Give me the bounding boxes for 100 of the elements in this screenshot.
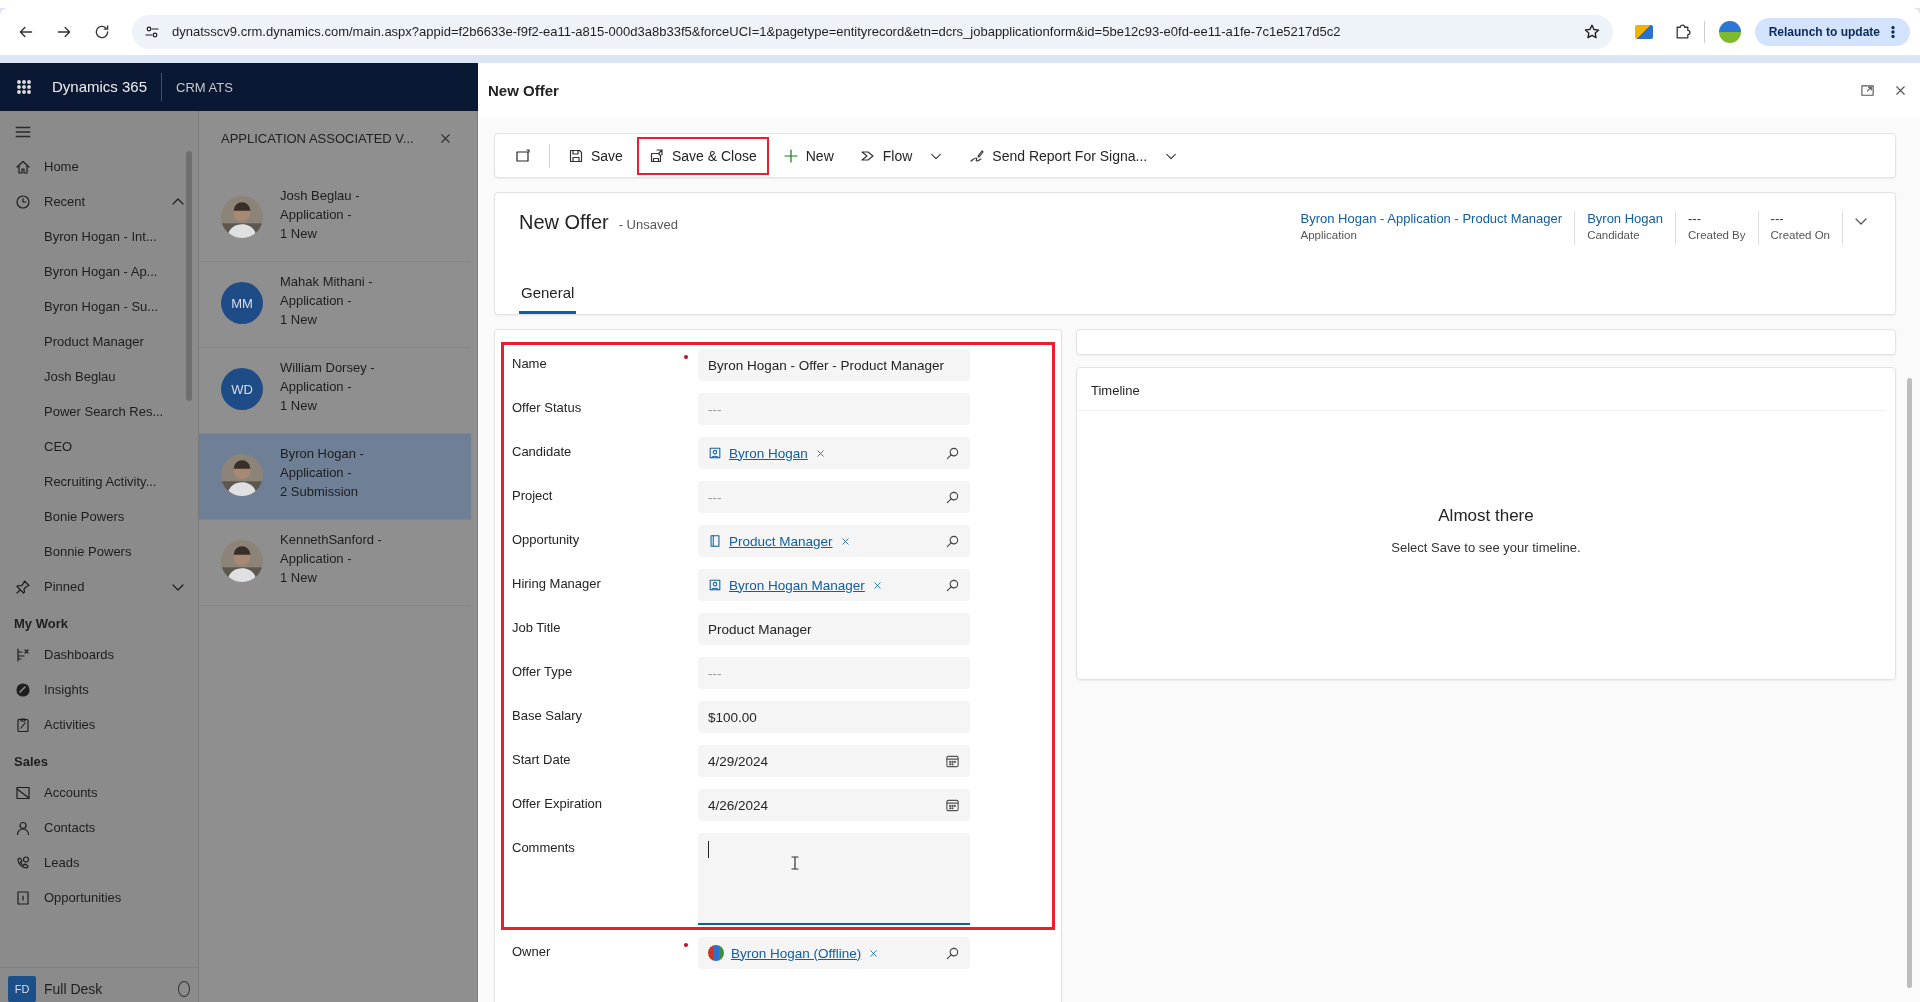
text-field[interactable]: Byron Hogan - Offer - Product Manager xyxy=(698,349,970,381)
lookup-link[interactable]: Byron Hogan Manager xyxy=(729,577,865,593)
calendar-icon[interactable] xyxy=(945,753,960,769)
record-text: KennethSanford - xyxy=(280,531,382,549)
search-button[interactable] xyxy=(945,445,960,461)
lookup-link[interactable]: Byron Hogan xyxy=(729,445,808,461)
record-item[interactable]: Josh Beglau - Application - 1 New xyxy=(199,176,471,262)
record-item[interactable]: KennethSanford - Application - 1 New xyxy=(199,520,471,606)
scrollbar[interactable] xyxy=(1907,378,1912,988)
header-label: Candidate xyxy=(1587,229,1641,241)
nav-item[interactable]: Contacts xyxy=(0,810,198,845)
recent-item[interactable]: Josh Beglau xyxy=(0,359,198,394)
app-launcher-icon[interactable] xyxy=(16,79,32,95)
home-icon xyxy=(15,158,31,175)
nav-item[interactable]: Dashboards xyxy=(0,637,198,672)
record-item[interactable]: Byron Hogan - Application - 2 Submission xyxy=(199,434,471,520)
app-area-name[interactable]: CRM ATS xyxy=(162,79,233,95)
lookup-field[interactable]: Byron Hogan Manager xyxy=(698,569,970,601)
pin-icon xyxy=(15,578,31,595)
search-button[interactable] xyxy=(945,533,960,549)
nav-item[interactable]: Insights xyxy=(0,672,198,707)
recent-item[interactable]: Byron Hogan - Su... xyxy=(0,289,198,324)
header-link[interactable]: Byron Hogan xyxy=(1587,211,1663,226)
recent-item[interactable]: CEO xyxy=(0,429,198,464)
relaunch-button[interactable]: Relaunch to update xyxy=(1754,17,1910,46)
section-title: My Work xyxy=(13,615,69,633)
nav-item[interactable]: Opportunities xyxy=(0,880,198,915)
star-icon[interactable] xyxy=(1582,22,1601,41)
lookup-field[interactable]: Product Manager xyxy=(698,525,970,557)
document-icon xyxy=(15,889,31,906)
recent-item[interactable]: Bonnie Powers xyxy=(0,534,198,569)
empty-state-message: Select Save to see your timeline. xyxy=(1391,539,1581,555)
contact-card-icon xyxy=(708,578,722,592)
lookup-field[interactable]: Byron Hogan (Offline) xyxy=(698,937,970,969)
nav-group[interactable]: Recent xyxy=(0,184,198,219)
toolbar-button[interactable]: Save & Close xyxy=(636,136,769,175)
record-item[interactable]: MM Mahak Mithani - Application - 1 New xyxy=(199,262,471,348)
lookup-field[interactable]: Byron Hogan xyxy=(698,437,970,469)
record-text: 1 New xyxy=(280,225,318,243)
toolbar-button[interactable]: Save xyxy=(556,136,635,175)
recent-item[interactable]: Product Manager xyxy=(0,324,198,359)
recent-item[interactable]: Bonie Powers xyxy=(0,499,198,534)
save-status: - Unsaved xyxy=(618,217,678,232)
remove-button[interactable] xyxy=(868,947,880,959)
nav-item[interactable]: Home xyxy=(0,149,198,184)
close-icon xyxy=(868,947,880,959)
search-button[interactable] xyxy=(945,577,960,593)
save-close-icon xyxy=(648,147,665,164)
text-field[interactable]: Product Manager xyxy=(698,613,970,645)
clipboard-icon xyxy=(15,716,31,733)
date-field[interactable]: 4/26/2024 xyxy=(698,789,970,821)
search-icon xyxy=(945,577,960,593)
remove-button[interactable] xyxy=(871,579,883,591)
reload-icon xyxy=(93,22,111,41)
comments-field[interactable] xyxy=(698,833,970,925)
recent-item[interactable]: Power Search Res... xyxy=(0,394,198,429)
panel-title: APPLICATION ASSOCIATED V... xyxy=(221,131,414,146)
recent-item[interactable]: Byron Hogan - Int... xyxy=(0,219,198,254)
nav-item[interactable]: Activities xyxy=(0,707,198,742)
nav-group[interactable]: Pinned xyxy=(0,569,198,604)
field-label: Start Date xyxy=(512,751,572,767)
header-link[interactable]: Byron Hogan - Application - Product Manager xyxy=(1300,211,1563,226)
record-text: William Dorsey - xyxy=(280,359,375,377)
section-title: Sales xyxy=(13,753,49,771)
record-text: Application - xyxy=(280,464,353,482)
app-name[interactable]: Dynamics 365 xyxy=(52,73,163,101)
remove-button[interactable] xyxy=(839,535,851,547)
calendar-icon[interactable] xyxy=(945,797,960,813)
scrollbar[interactable] xyxy=(186,151,192,401)
nav-item[interactable]: Leads xyxy=(0,845,198,880)
remove-button[interactable] xyxy=(814,447,826,459)
url-text: dynatsscv9.crm.dynamics.com/main.aspx?appid=f2b6633e-f9f2-ea11-a815-000d3a8b33f5&forceUCI=1&pagetype=entityrecord&etn=dcrs_jobapplicationform&id=5be12c93-e0fd-ee11-a1fe-7c1e5217d5c2 xyxy=(172,24,1342,39)
header-label: Application xyxy=(1300,229,1358,241)
address-bar[interactable]: dynatsscv9.crm.dynamics.com/main.aspx?appid=f2b6633e-f9f2-ea11-a815-000d3a8b33f5&forceUCI=1&pagetype=entityrecord&etn=dcrs_jobapplicationform&id=5be12c93-e0fd-ee11-a1fe-7c1e5217d5c2 xyxy=(132,14,1613,49)
lookup-link[interactable]: Product Manager xyxy=(729,533,833,549)
recent-item[interactable]: Byron Hogan - Ap... xyxy=(0,254,198,289)
header-label: Created By xyxy=(1688,229,1746,241)
header-value: --- xyxy=(1688,211,1702,226)
area-avatar: FD xyxy=(8,976,36,1002)
plus-icon xyxy=(782,147,799,164)
search-button[interactable] xyxy=(945,945,960,961)
header-value: --- xyxy=(1770,211,1785,226)
field-label: Name xyxy=(512,355,548,371)
toolbar-button[interactable]: Send Report For Signa... xyxy=(957,136,1191,175)
date-field[interactable]: 4/29/2024 xyxy=(698,745,970,777)
lookup-link[interactable]: Byron Hogan (Offline) xyxy=(731,945,862,961)
text-field[interactable]: $100.00 xyxy=(698,701,970,733)
record-text: 2 Submission xyxy=(280,483,360,501)
expand-icon xyxy=(1860,83,1875,98)
area-switcher[interactable]: FD Full Desk xyxy=(0,967,198,1002)
person-icon xyxy=(15,819,31,836)
toolbar-button[interactable]: New xyxy=(770,136,846,175)
toolbar-button[interactable]: Flow xyxy=(847,136,956,175)
tab[interactable]: General xyxy=(519,276,577,314)
profile-icon[interactable] xyxy=(1718,20,1741,43)
recent-item[interactable]: Recruiting Activity... xyxy=(0,464,198,499)
search-button[interactable] xyxy=(945,489,960,505)
extension-icon[interactable] xyxy=(1634,24,1653,39)
nav-item[interactable]: Accounts xyxy=(0,775,198,810)
record-text: Byron Hogan - xyxy=(280,445,364,463)
